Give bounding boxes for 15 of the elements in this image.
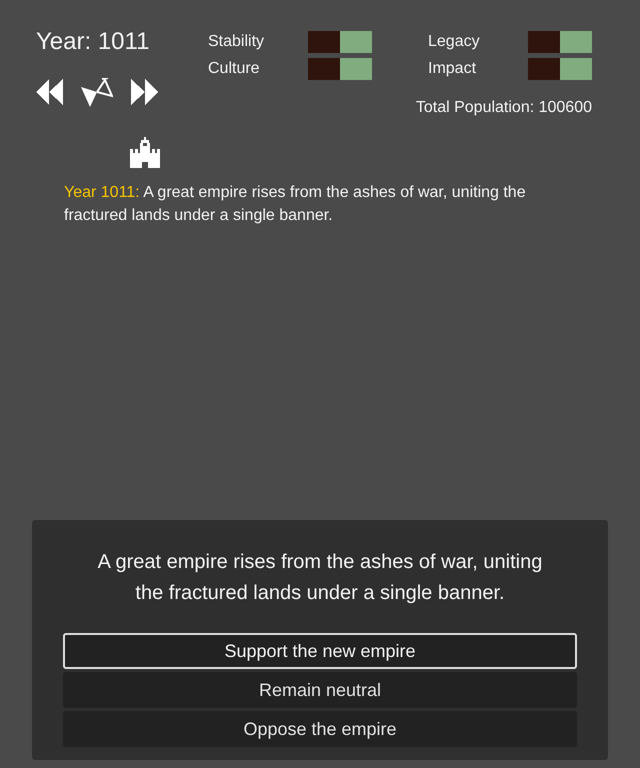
event-log-entry: Year 1011: A great empire rises from the ashes of war, uniting the fractured lands under a single banner.	[64, 183, 527, 226]
hourglass-icon[interactable]	[81, 78, 113, 106]
rewind-icon[interactable]	[36, 79, 63, 105]
stat-label: Legacy	[428, 32, 481, 52]
stat-label: Culture	[208, 59, 261, 79]
stat-label: Stability	[208, 32, 266, 52]
stat-label: Impact	[428, 59, 478, 79]
fast-forward-icon[interactable]	[131, 79, 158, 105]
event-description: A great empire rises from the ashes of war, uniting the fractured lands under a single banner.	[96, 550, 544, 606]
castle-icon	[130, 137, 160, 168]
choice-button[interactable]: Support the new empire	[63, 633, 577, 669]
choice-button[interactable]: Oppose the empire	[63, 711, 577, 747]
choice-button[interactable]: Remain neutral	[63, 672, 577, 708]
year-title: Year: 1011	[36, 27, 150, 57]
population-total: Total Population: 100600	[416, 98, 592, 118]
